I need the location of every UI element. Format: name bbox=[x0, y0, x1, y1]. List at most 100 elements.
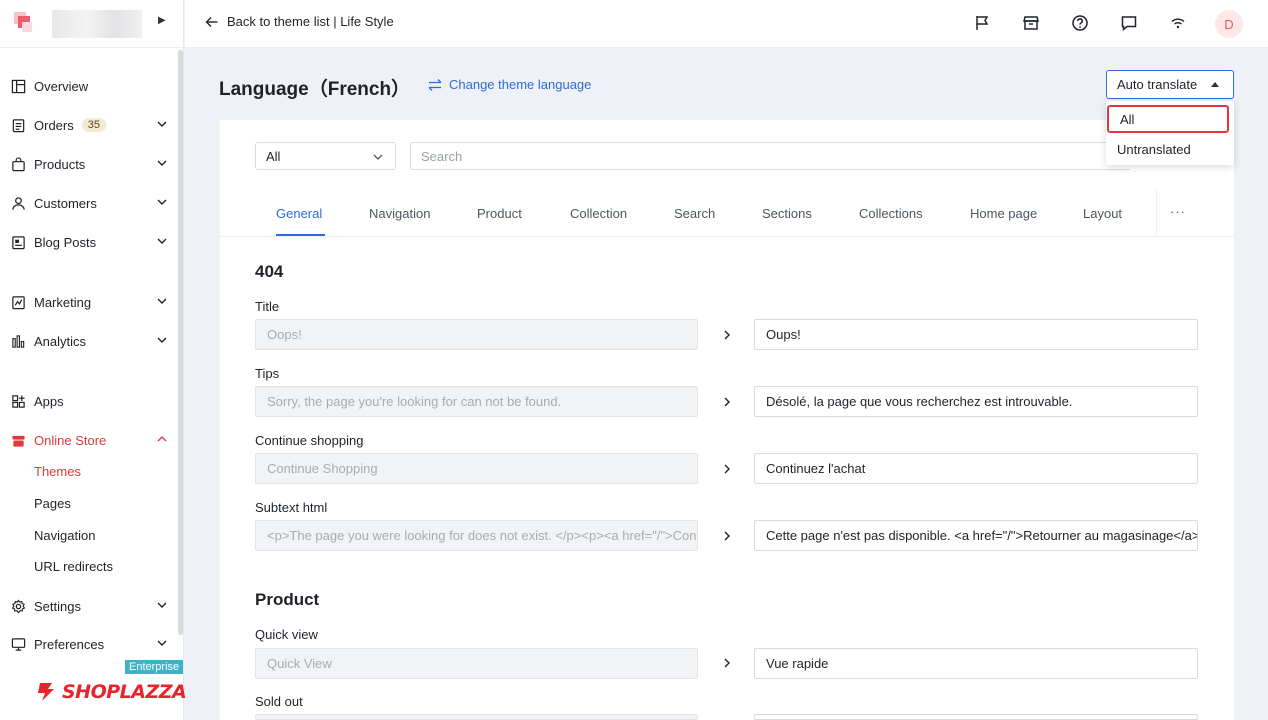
tab-product[interactable]: Product bbox=[477, 206, 522, 221]
sidebar-item-label: Preferences bbox=[34, 636, 105, 652]
flag-icon[interactable] bbox=[973, 14, 991, 32]
blog-icon bbox=[10, 234, 26, 250]
tab-collection[interactable]: Collection bbox=[570, 206, 627, 221]
dropdown-option-untranslated[interactable]: Untranslated bbox=[1106, 135, 1234, 163]
change-theme-language-link[interactable]: Change theme language bbox=[428, 77, 591, 92]
help-icon[interactable] bbox=[1071, 14, 1089, 32]
tab-navigation[interactable]: Navigation bbox=[369, 206, 430, 221]
dropdown-option-all[interactable]: All bbox=[1107, 105, 1229, 133]
chevron-down-icon bbox=[157, 121, 167, 127]
wifi-icon[interactable] bbox=[1169, 14, 1187, 32]
store-icon bbox=[10, 432, 26, 448]
sidebar-item-online-store[interactable]: Online Store bbox=[10, 428, 172, 452]
sidebar-item-customers[interactable]: Customers bbox=[10, 191, 172, 215]
sidebar: ▶ Overview Orders 35 Products Customers … bbox=[0, 0, 187, 720]
translation-input[interactable]: Désolé, la page que vous recherchez est … bbox=[754, 386, 1198, 417]
field-label: Quick view bbox=[255, 627, 318, 642]
orders-icon bbox=[10, 117, 26, 133]
translation-input[interactable] bbox=[754, 714, 1198, 720]
sidebar-item-label: Customers bbox=[34, 195, 97, 211]
translation-input[interactable]: Continuez l'achat bbox=[754, 453, 1198, 484]
sidebar-item-label: Analytics bbox=[34, 333, 87, 349]
shoplazza-mark-icon bbox=[38, 683, 54, 701]
filter-select-value: All bbox=[266, 148, 281, 164]
source-text-field: Oops! bbox=[255, 319, 698, 350]
chevron-down-icon bbox=[157, 602, 167, 608]
tab-home-page[interactable]: Home page bbox=[970, 206, 1037, 221]
sidebar-item-analytics[interactable]: Analytics bbox=[10, 329, 172, 353]
page-title: Language（French） bbox=[219, 79, 411, 100]
sidebar-scrollbar[interactable] bbox=[178, 50, 183, 635]
tab-layout[interactable]: Layout bbox=[1083, 206, 1122, 221]
tab-sections[interactable]: Sections bbox=[762, 206, 812, 221]
brand-name: SHOPLAZZA bbox=[62, 681, 187, 703]
search-input[interactable]: Search bbox=[410, 142, 1130, 170]
sidebar-item-label: Apps bbox=[34, 393, 64, 409]
monitor-icon bbox=[10, 636, 26, 652]
store-switcher[interactable]: ▶ bbox=[0, 0, 184, 48]
chevron-down-icon bbox=[157, 640, 167, 646]
shoplazza-logo: SHOPLAZZA bbox=[34, 678, 187, 706]
field-label: Continue shopping bbox=[255, 433, 364, 448]
sidebar-item-products[interactable]: Products bbox=[10, 152, 172, 176]
sidebar-item-apps[interactable]: Apps bbox=[10, 389, 172, 413]
sidebar-item-label: Orders bbox=[34, 117, 74, 133]
chevron-right-icon bbox=[724, 397, 730, 407]
field-label: Title bbox=[255, 299, 280, 314]
field-label: Subtext html bbox=[255, 500, 328, 515]
arrow-left-icon bbox=[205, 16, 218, 27]
auto-translate-select[interactable]: Auto translate bbox=[1106, 70, 1234, 99]
user-icon bbox=[10, 195, 26, 211]
chevron-down-icon bbox=[373, 154, 383, 160]
more-tabs-button[interactable]: ··· bbox=[1170, 204, 1186, 219]
sidebar-subitem-themes[interactable]: Themes bbox=[34, 464, 81, 479]
field-label: Tips bbox=[255, 366, 280, 381]
store-name-blurred bbox=[52, 10, 142, 38]
chevron-up-icon bbox=[157, 436, 167, 442]
sidebar-item-overview[interactable]: Overview bbox=[10, 74, 172, 98]
translation-input[interactable]: Cette page n'est pas disponible. <a href… bbox=[754, 520, 1198, 551]
active-tab-indicator bbox=[276, 234, 325, 236]
chevron-right-icon bbox=[724, 658, 730, 668]
chevron-down-icon bbox=[157, 238, 167, 244]
chevron-down-icon bbox=[157, 337, 167, 343]
back-to-theme-list-link[interactable]: Back to theme list | Life Style bbox=[205, 14, 394, 29]
orders-count-badge: 35 bbox=[81, 118, 106, 132]
apps-icon bbox=[10, 393, 26, 409]
dashboard-icon bbox=[10, 78, 26, 94]
analytics-icon bbox=[10, 333, 26, 349]
message-icon[interactable] bbox=[1120, 14, 1138, 32]
filter-select[interactable]: All bbox=[255, 142, 396, 170]
back-link-label: Back to theme list | Life Style bbox=[227, 14, 394, 29]
tab-divider bbox=[1156, 190, 1157, 237]
source-text-field: Quick View bbox=[255, 648, 698, 679]
translation-input[interactable]: Oups! bbox=[754, 319, 1198, 350]
source-text-field: Sorry, the page you're looking for can n… bbox=[255, 386, 698, 417]
sidebar-subitem-navigation[interactable]: Navigation bbox=[34, 528, 95, 543]
caret-up-icon bbox=[1211, 82, 1219, 87]
sidebar-item-preferences[interactable]: Preferences bbox=[10, 632, 172, 656]
sidebar-subitem-url-redirects[interactable]: URL redirects bbox=[34, 559, 113, 574]
swap-icon bbox=[428, 78, 442, 91]
source-text-field: Continue Shopping bbox=[255, 453, 698, 484]
enterprise-badge: Enterprise bbox=[125, 660, 184, 674]
auto-translate-label: Auto translate bbox=[1117, 77, 1198, 92]
sidebar-item-label: Marketing bbox=[34, 294, 92, 310]
sidebar-item-marketing[interactable]: Marketing bbox=[10, 290, 172, 314]
sidebar-item-blog-posts[interactable]: Blog Posts bbox=[10, 230, 172, 254]
tab-collections[interactable]: Collections bbox=[859, 206, 923, 221]
translation-input[interactable]: Vue rapide bbox=[754, 648, 1198, 679]
sidebar-subitem-pages[interactable]: Pages bbox=[34, 496, 71, 511]
avatar[interactable]: D bbox=[1215, 10, 1243, 38]
sidebar-item-settings[interactable]: Settings bbox=[10, 594, 172, 618]
sidebar-item-orders[interactable]: Orders 35 bbox=[10, 113, 172, 137]
tab-search[interactable]: Search bbox=[674, 206, 715, 221]
top-bar: Back to theme list | Life Style D bbox=[185, 0, 1268, 48]
chevron-down-icon bbox=[157, 160, 167, 166]
gear-icon bbox=[10, 598, 26, 614]
chevron-down-icon bbox=[157, 199, 167, 205]
tab-general[interactable]: General bbox=[276, 206, 322, 221]
chevron-right-icon bbox=[724, 464, 730, 474]
change-language-label: Change theme language bbox=[449, 77, 592, 92]
store-front-icon[interactable] bbox=[1022, 14, 1040, 32]
